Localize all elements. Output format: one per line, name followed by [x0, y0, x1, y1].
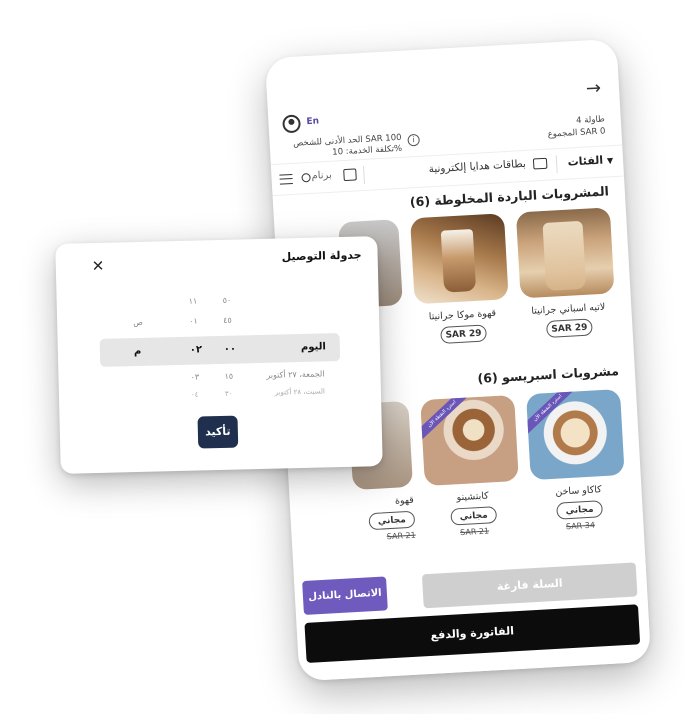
product-image	[410, 213, 509, 305]
category-gift-cards[interactable]: بطاقات هدايا إلكترونية	[428, 157, 548, 176]
product-image: استرد النقطة الآن	[420, 394, 519, 487]
picker-hour: ٠٤	[190, 390, 199, 399]
picker-day: السبت، ٢٨ أكتوبر	[274, 387, 326, 397]
empty-cart-button[interactable]: السلة فارغة	[421, 562, 638, 609]
chevron-down-icon: ▼	[606, 156, 614, 166]
product-image: استرد النقطة الآن	[526, 389, 625, 481]
old-price: SAR 21	[459, 526, 490, 538]
picker-hour: ٠٢	[189, 344, 203, 356]
section-title: المشروبات الباردة المخلوطة (6)	[409, 183, 610, 210]
arrow-right-icon[interactable]: →	[585, 78, 601, 100]
picker-selected-row[interactable]: م ٠٢ ٠٠ اليوم	[99, 333, 341, 367]
product-name: كاكاو ساخن	[555, 484, 602, 498]
picker-minute: ٠٠	[223, 343, 237, 355]
product-name: قهوة موكا جرانيتا	[428, 307, 497, 323]
info-icon[interactable]: i	[407, 133, 420, 147]
confirm-button[interactable]: تأكيد	[197, 415, 239, 449]
language-toggle[interactable]: En	[306, 116, 319, 127]
product-card[interactable]: استرد النقطة الآن كابتشينو مجاني SAR 21	[420, 394, 522, 539]
picker-minute: ١٥	[224, 371, 234, 381]
price-pill: SAR 29	[440, 324, 488, 344]
list-menu-icon[interactable]	[279, 173, 293, 185]
picker-period: م	[133, 345, 142, 358]
categories-label: الفئات	[567, 153, 604, 169]
price-pill: مجاني	[556, 500, 603, 520]
divider	[363, 165, 366, 184]
price-pill: مجاني	[368, 510, 416, 531]
category-programs[interactable]: برنام	[311, 170, 332, 182]
product-card[interactable]: استرد النقطة الآن كاكاو ساخن مجاني SAR 3…	[526, 389, 628, 533]
category-gift-cards-label: بطاقات هدايا إلكترونية	[428, 157, 527, 176]
product-name: قهوة	[394, 494, 415, 507]
product-card[interactable]: لاتيه اسباني جرانيتا SAR 29	[515, 207, 617, 339]
picker-hour: ١١	[188, 296, 198, 306]
header: → En i الحد الأدنى للشخص SAR 100 تكلفة ا…	[267, 69, 622, 161]
categories-dropdown[interactable]: الفئات ▼	[567, 153, 613, 169]
picker-period: ص	[133, 317, 143, 328]
invoice-pay-button[interactable]: الفاتورة والدفع	[304, 604, 641, 663]
picker-minute: ٣٠	[224, 389, 233, 398]
promo-ribbon: استرد النقطة الآن	[420, 394, 471, 442]
table-info: طاولة 4 المجموع SAR 0	[547, 113, 606, 140]
gift-icon[interactable]	[343, 168, 357, 182]
divider	[555, 155, 558, 174]
old-price: SAR 34	[565, 520, 596, 532]
schedule-delivery-dialog: ✕ جدولة التوصيل ١١ ٥٠ ص ٠١ ٤٥ م ٠٢ ٠٠ ال…	[55, 236, 383, 474]
old-price: SAR 21	[386, 530, 416, 542]
product-image	[515, 207, 615, 299]
picker-hour: ٠٣	[190, 372, 200, 382]
search-icon[interactable]	[301, 172, 311, 183]
picker-minute: ٤٥	[223, 315, 232, 325]
call-waiter-button[interactable]: الاتصال بالنادل	[302, 576, 388, 615]
cart-total: المجموع SAR 0	[547, 126, 606, 140]
product-name: لاتيه اسباني جرانيتا	[531, 301, 606, 317]
section-title: مشروبات اسبريسو (6)	[477, 363, 620, 386]
product-card[interactable]: قهوة موكا جرانيتا SAR 29	[410, 213, 511, 345]
picker-minute: ٥٠	[222, 295, 232, 305]
price-pill: SAR 29	[545, 318, 593, 339]
picker-hour: ٠١	[189, 316, 198, 326]
promo-ribbon: استرد النقطة الآن	[526, 389, 577, 436]
user-icon[interactable]	[282, 114, 302, 134]
product-name: كابتشينو	[456, 490, 489, 504]
price-pill: مجاني	[450, 506, 498, 526]
picker-day: الجمعة، ٢٧ أكتوبر	[266, 369, 325, 380]
bottom-action-bar: السلة فارغة الاتصال بالنادل الفاتورة وال…	[293, 553, 652, 682]
picker-day: اليوم	[300, 341, 326, 353]
box-icon	[532, 157, 548, 169]
dialog-title: جدولة التوصيل	[281, 248, 362, 264]
close-icon[interactable]: ✕	[92, 257, 105, 275]
